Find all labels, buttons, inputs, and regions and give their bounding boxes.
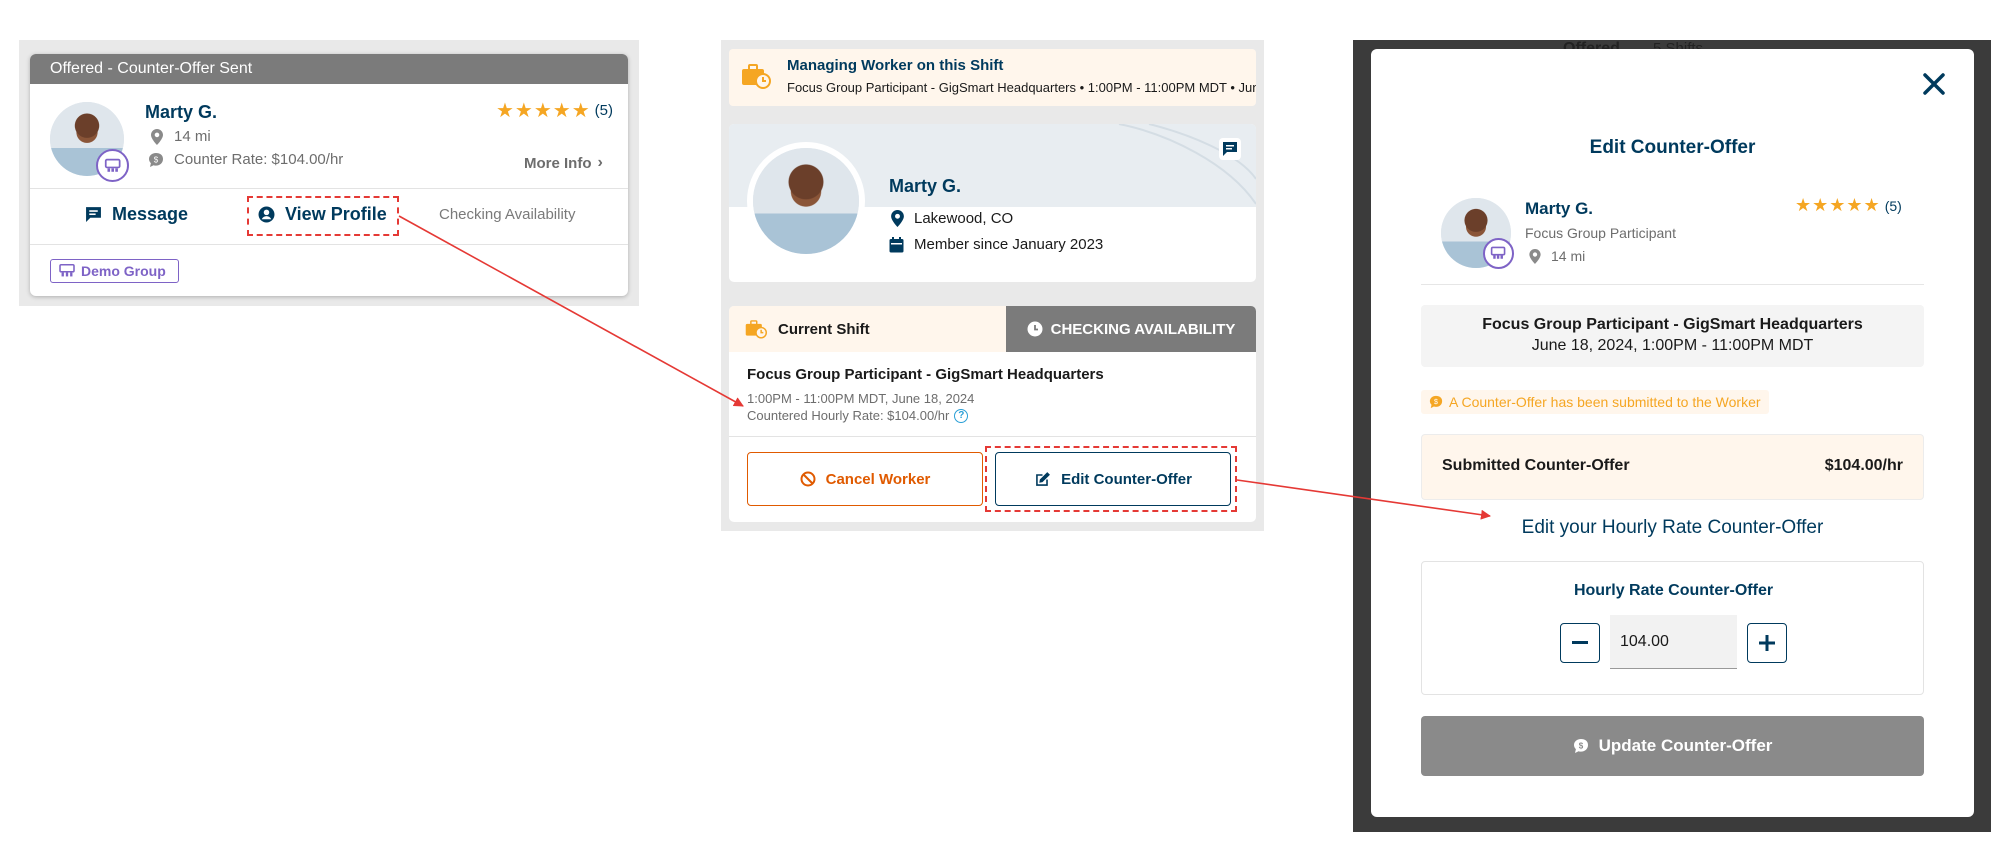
arrow-to-worker-panel (398, 215, 744, 407)
arrow-to-edit-modal (1236, 479, 1491, 520)
annotation-arrows (398, 215, 1491, 520)
